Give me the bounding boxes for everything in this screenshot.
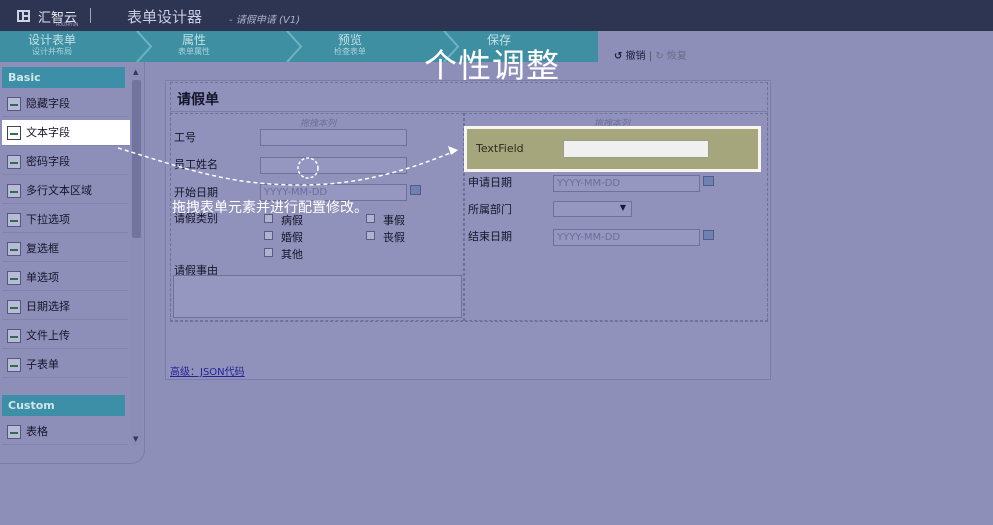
arrow-head-icon <box>448 146 458 155</box>
drag-path <box>117 147 459 186</box>
overlay-heading: 个性调整 <box>424 46 560 85</box>
overlay-hint-text: 拖拽表单元素并进行配置修改。 <box>172 200 368 216</box>
drag-cursor-icon <box>297 157 319 179</box>
